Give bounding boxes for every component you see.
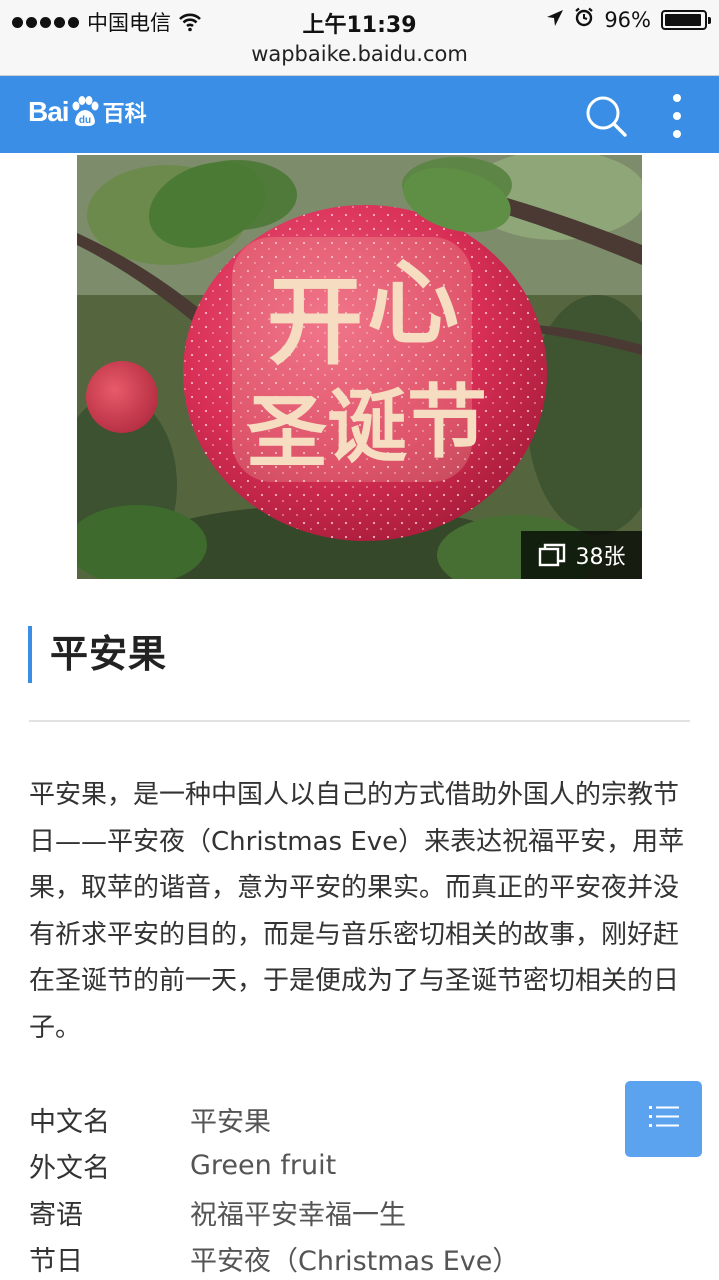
info-value: 平安夜（Christmas Eve） <box>190 1246 520 1278</box>
location-arrow-icon <box>546 8 564 32</box>
carving-text-4: 诞 <box>327 380 407 474</box>
logo-text-baike: 百科 <box>102 102 147 127</box>
divider <box>29 720 690 722</box>
more-vertical-icon[interactable] <box>665 94 689 138</box>
carving-text-3: 圣 <box>247 385 327 479</box>
info-row: 寄语 祝福平安幸福一生 <box>29 1189 589 1236</box>
status-right: 96% <box>546 7 711 32</box>
carving-text-1: 开 <box>267 265 363 378</box>
carving-text-2: 心 <box>367 249 459 357</box>
article-title-block: 平安果 <box>28 626 167 683</box>
url-bar[interactable]: wapbaike.baidu.com <box>0 40 719 76</box>
info-value: 平安果 <box>190 1106 271 1138</box>
info-key: 外文名 <box>29 1153 110 1185</box>
info-value: 祝福平安幸福一生 <box>190 1199 406 1231</box>
list-icon <box>648 1103 680 1135</box>
search-icon[interactable] <box>583 93 629 139</box>
hero-image[interactable]: 开 心 圣 诞 节 38张 <box>77 155 642 579</box>
info-row: 中文名 平安果 <box>29 1096 589 1143</box>
info-row: 节日 平安夜（Christmas Eve） <box>29 1236 589 1280</box>
logo-text-bai: Bai <box>28 96 70 127</box>
site-header: Bai du 百科 <box>0 76 719 153</box>
photo-count-badge[interactable]: 38张 <box>521 531 642 579</box>
info-key: 节日 <box>29 1246 83 1278</box>
info-key: 寄语 <box>29 1199 83 1231</box>
paw-logo-icon: du <box>70 96 100 128</box>
table-of-contents-button[interactable] <box>625 1081 702 1157</box>
article-summary: 平安果，是一种中国人以自己的方式借助外国人的宗教节日——平安夜（Christma… <box>29 780 685 1043</box>
info-key: 中文名 <box>29 1106 110 1138</box>
page-title: 平安果 <box>50 632 168 676</box>
battery-icon <box>661 9 711 30</box>
info-row: 外文名 Green fruit <box>29 1143 589 1190</box>
basic-info-list: 中文名 平安果 外文名 Green fruit 寄语 祝福平安幸福一生 节日 平… <box>29 1096 589 1280</box>
logo-text-du: du <box>78 115 90 126</box>
photo-count-text: 38张 <box>575 545 626 570</box>
alarm-clock-icon <box>574 7 594 32</box>
baidu-baike-logo[interactable]: Bai du 百科 <box>28 96 147 128</box>
carving-text-5: 节 <box>407 375 487 469</box>
status-bar: 中国电信 上午11:39 96% <box>0 0 719 40</box>
gallery-icon <box>538 543 566 567</box>
info-value: Green fruit <box>190 1150 337 1182</box>
battery-percent: 96% <box>604 7 651 32</box>
